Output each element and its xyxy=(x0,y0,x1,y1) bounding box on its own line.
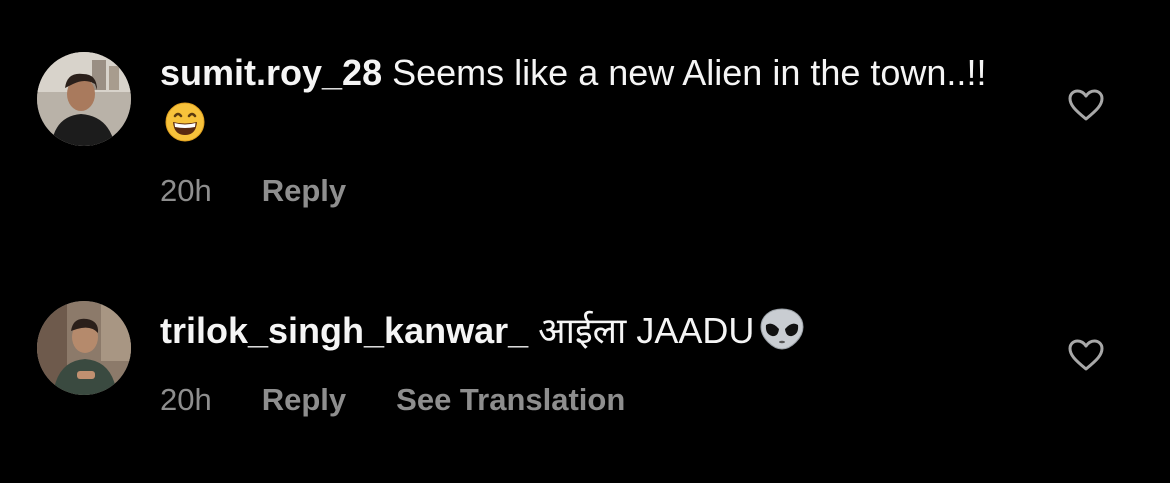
avatar-photo-icon xyxy=(37,52,131,146)
reply-button[interactable]: Reply xyxy=(262,380,346,420)
comment-meta: 20h Reply xyxy=(160,171,396,211)
comment-item: sumit.roy_28 Seems like a new Alien in t… xyxy=(0,0,1170,240)
comment-text-block: trilok_singh_kanwar_ आईला JAADU xyxy=(160,306,1030,356)
alien-emoji-icon xyxy=(758,307,806,351)
username-link[interactable]: sumit.roy_28 xyxy=(160,52,382,93)
like-heart-icon[interactable] xyxy=(1067,338,1105,372)
comment-meta: 20h Reply See Translation xyxy=(160,380,625,420)
reply-button[interactable]: Reply xyxy=(262,171,346,211)
comment-item: trilok_singh_kanwar_ आईला JAADU 20h Reply… xyxy=(0,240,1170,483)
comment-text: आईला JAADU xyxy=(538,310,755,351)
username-link[interactable]: trilok_singh_kanwar_ xyxy=(160,310,528,351)
avatar[interactable] xyxy=(37,52,131,146)
comment-text-block: sumit.roy_28 Seems like a new Alien in t… xyxy=(160,48,1030,148)
like-heart-icon[interactable] xyxy=(1067,88,1105,122)
avatar[interactable] xyxy=(37,301,131,395)
timestamp: 20h xyxy=(160,173,212,208)
grinning-face-emoji-icon xyxy=(164,101,206,143)
timestamp: 20h xyxy=(160,382,212,417)
comment-text: Seems like a new Alien in the town..!! xyxy=(392,52,987,93)
see-translation-button[interactable]: See Translation xyxy=(396,380,625,420)
avatar-photo-icon xyxy=(37,301,131,395)
